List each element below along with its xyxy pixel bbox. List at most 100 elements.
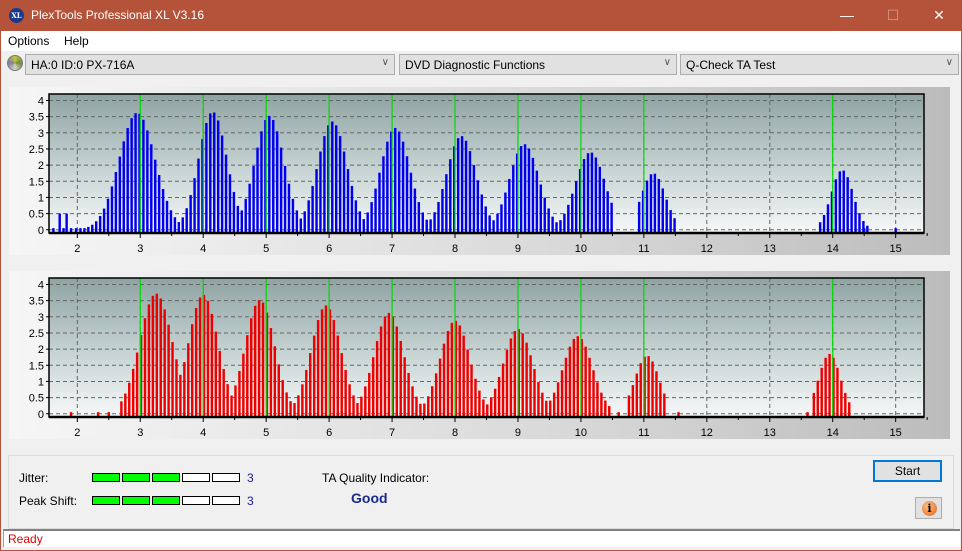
peak-shift-label: Peak Shift: bbox=[19, 494, 78, 508]
histogram-bar bbox=[478, 390, 481, 417]
histogram-bar bbox=[293, 403, 296, 417]
histogram-bar bbox=[610, 202, 613, 233]
status-bar: Ready bbox=[3, 529, 960, 547]
histogram-bar bbox=[470, 364, 473, 417]
y-tick-label: 1.5 bbox=[29, 176, 44, 188]
histogram-bar bbox=[252, 165, 255, 233]
histogram-bar bbox=[407, 372, 410, 417]
histogram-bar bbox=[844, 392, 847, 417]
histogram-bar bbox=[576, 336, 579, 417]
histogram-bar bbox=[135, 352, 139, 417]
pit-chart-panel: 0 0.5 1 1.5 2 2.5 3 3.5 4 2 3 4 5 6 7 8 9 10 11 12 13 14 15 bbox=[9, 271, 950, 439]
meter-segment bbox=[182, 473, 210, 482]
histogram-bar bbox=[535, 170, 539, 233]
histogram-bar bbox=[590, 152, 594, 233]
histogram-bar bbox=[509, 338, 513, 417]
histogram-bar bbox=[275, 131, 279, 233]
x-tick-label: 3 bbox=[137, 427, 143, 439]
land-ta-chart: 0 0.5 1 1.5 2 2.5 3 3.5 4 2 3 4 5 6 7 8 9 10 11 12 13 14 15 bbox=[29, 93, 928, 255]
histogram-bar bbox=[395, 326, 399, 417]
window-title: PlexTools Professional XL V3.16 bbox=[31, 8, 204, 22]
histogram-bar bbox=[635, 373, 639, 417]
meter-segment bbox=[182, 496, 210, 505]
x-tick-label: 9 bbox=[515, 243, 521, 255]
histogram-bar bbox=[240, 210, 244, 233]
histogram-bar bbox=[319, 151, 322, 233]
histogram-bar bbox=[627, 395, 631, 417]
menu-options[interactable]: Options bbox=[8, 34, 49, 48]
histogram-bar bbox=[289, 401, 292, 417]
histogram-bar bbox=[151, 295, 155, 417]
histogram-bar bbox=[230, 395, 233, 417]
maximize-button[interactable]: ☐ bbox=[870, 0, 916, 31]
toolbar: HA:0 ID:0 PX-716A ∨ DVD Diagnostic Funct… bbox=[1, 52, 961, 76]
histogram-bar bbox=[665, 199, 668, 233]
histogram-bar bbox=[574, 181, 578, 233]
histogram-bar bbox=[161, 189, 165, 233]
histogram-bar bbox=[637, 201, 641, 233]
histogram-bar bbox=[394, 127, 397, 233]
x-tick-label: 6 bbox=[326, 243, 332, 255]
histogram-bar bbox=[213, 112, 216, 233]
x-tick-label: 10 bbox=[575, 427, 587, 439]
histogram-bar bbox=[826, 204, 830, 233]
histogram-bar bbox=[352, 395, 355, 417]
histogram-bar bbox=[480, 194, 483, 233]
meter-segment bbox=[152, 496, 180, 505]
histogram-bar bbox=[261, 302, 265, 417]
histogram-bar bbox=[401, 141, 405, 233]
histogram-bar bbox=[486, 404, 489, 417]
histogram-bar bbox=[842, 170, 845, 233]
histogram-bar bbox=[206, 300, 210, 417]
histogram-bar bbox=[598, 166, 602, 233]
histogram-bar bbox=[437, 202, 440, 233]
histogram-bar bbox=[382, 156, 385, 233]
x-tick-label: 13 bbox=[764, 427, 776, 439]
histogram-bar bbox=[194, 307, 198, 417]
histogram-bar bbox=[344, 369, 347, 417]
histogram-bar bbox=[539, 184, 543, 233]
chevron-down-icon: ∨ bbox=[663, 57, 671, 68]
histogram-bar bbox=[413, 188, 417, 233]
histogram-bar bbox=[173, 217, 177, 233]
minimize-button[interactable]: — bbox=[824, 0, 870, 31]
histogram-bar bbox=[419, 403, 422, 417]
close-button[interactable]: ✕ bbox=[916, 0, 962, 31]
histogram-bar bbox=[828, 353, 831, 417]
histogram-bar bbox=[253, 305, 257, 417]
histogram-bar bbox=[466, 349, 469, 417]
histogram-bar bbox=[277, 364, 280, 417]
histogram-bar bbox=[238, 370, 241, 417]
histogram-bar bbox=[446, 330, 450, 417]
histogram-bar bbox=[177, 222, 181, 233]
histogram-bar bbox=[147, 304, 151, 417]
drive-select[interactable]: HA:0 ID:0 PX-716A ∨ bbox=[25, 54, 395, 75]
start-button[interactable]: Start bbox=[873, 460, 942, 482]
jitter-value: 3 bbox=[247, 471, 254, 485]
y-tick-label: 3.5 bbox=[29, 296, 44, 308]
histogram-bar bbox=[433, 212, 436, 233]
histogram-bar bbox=[505, 349, 509, 417]
function-select[interactable]: DVD Diagnostic Functions ∨ bbox=[399, 54, 677, 75]
test-select[interactable]: Q-Check TA Test ∨ bbox=[680, 54, 959, 75]
info-button[interactable]: i bbox=[915, 497, 942, 519]
pit-ta-chart: 0 0.5 1 1.5 2 2.5 3 3.5 4 2 3 4 5 6 7 8 9 10 11 12 13 14 15 bbox=[29, 277, 928, 439]
histogram-bar bbox=[427, 396, 430, 417]
histogram-bar bbox=[606, 191, 609, 233]
histogram-bar bbox=[445, 174, 448, 233]
histogram-bar bbox=[331, 121, 334, 233]
histogram-bar bbox=[368, 372, 371, 417]
histogram-bar bbox=[840, 380, 843, 417]
histogram-bar bbox=[584, 346, 587, 417]
x-tick-label: 11 bbox=[638, 243, 649, 255]
meter-segment bbox=[122, 496, 150, 505]
histogram-bar bbox=[305, 369, 308, 417]
histogram-bar bbox=[631, 385, 635, 417]
histogram-bar bbox=[657, 178, 661, 233]
histogram-bar bbox=[316, 320, 320, 417]
histogram-bar bbox=[348, 384, 351, 417]
histogram-bar bbox=[209, 113, 212, 233]
histogram-bar bbox=[250, 318, 253, 417]
menu-help[interactable]: Help bbox=[64, 34, 89, 48]
histogram-bar bbox=[496, 213, 499, 233]
